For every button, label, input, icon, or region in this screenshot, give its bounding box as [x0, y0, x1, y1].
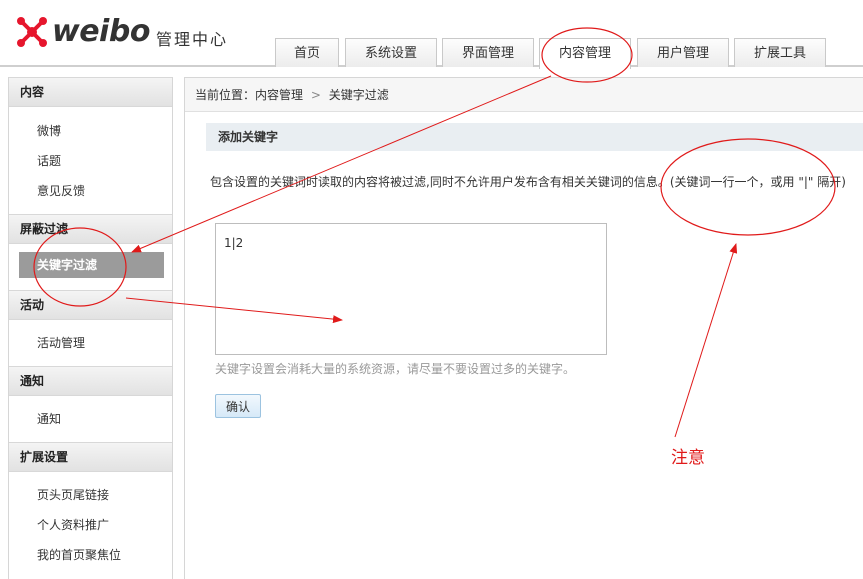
confirm-button[interactable]: 确认	[215, 394, 261, 418]
sidebar-section-activity: 活动	[9, 290, 172, 320]
keyword-description: 包含设置的关键词时读取的内容将被过滤,同时不允许用户发布含有相关关键词的信息。(…	[210, 175, 846, 189]
sidebar-item-weibo[interactable]: 微博	[37, 122, 61, 139]
sidebar-section-content: 内容	[9, 77, 172, 107]
breadcrumb: 当前位置：内容管理 > 关键字过滤	[185, 78, 863, 112]
sidebar-item-feedback[interactable]: 意见反馈	[37, 182, 85, 199]
tab-user-management[interactable]: 用户管理	[637, 38, 729, 67]
sidebar-item-profile-promotion[interactable]: 个人资料推广	[37, 516, 109, 533]
logo-text: weibo	[52, 14, 150, 49]
tab-content-management[interactable]: 内容管理	[539, 38, 631, 69]
sidebar-section-filter: 屏蔽过滤	[9, 214, 172, 244]
weibo-logo-icon	[17, 17, 47, 47]
breadcrumb-separator: >	[310, 88, 321, 102]
breadcrumb-content-management[interactable]: 内容管理	[255, 88, 303, 102]
sidebar-item-notification[interactable]: 通知	[37, 410, 61, 427]
header: weibo 管理中心 首页 系统设置 界面管理 内容管理 用户管理 扩展工具	[0, 0, 863, 69]
sidebar: 内容 微博 话题 意见反馈 屏蔽过滤 关键字过滤 活动 活动管理 通知 通知 扩…	[8, 77, 173, 579]
add-keyword-title: 添加关键字	[206, 123, 863, 151]
tab-extension-tools[interactable]: 扩展工具	[734, 38, 826, 67]
sidebar-item-activity-management[interactable]: 活动管理	[37, 334, 85, 351]
sidebar-section-extension: 扩展设置	[9, 442, 172, 472]
tab-home[interactable]: 首页	[275, 38, 339, 67]
sidebar-item-topics[interactable]: 话题	[37, 152, 61, 169]
sidebar-section-notification: 通知	[9, 366, 172, 396]
tab-system-settings[interactable]: 系统设置	[345, 38, 437, 67]
breadcrumb-keyword-filter: 关键字过滤	[328, 88, 389, 102]
sidebar-item-header-footer-links[interactable]: 页头页尾链接	[37, 486, 109, 503]
keywords-textarea[interactable]: 1|2	[215, 223, 607, 355]
tab-interface-management[interactable]: 界面管理	[442, 38, 534, 67]
annotation-note: 注意	[671, 448, 705, 468]
sidebar-item-keyword-filter[interactable]: 关键字过滤	[19, 252, 164, 278]
main-panel: 当前位置：内容管理 > 关键字过滤 添加关键字 包含设置的关键词时读取的内容将被…	[184, 77, 863, 579]
keyword-hint: 关键字设置会消耗大量的系统资源，请尽量不要设置过多的关键字。	[215, 362, 576, 376]
logo-subtitle: 管理中心	[156, 30, 229, 49]
breadcrumb-prefix: 当前位置：	[195, 88, 256, 102]
sidebar-item-homepage-focus[interactable]: 我的首页聚焦位	[37, 546, 121, 563]
